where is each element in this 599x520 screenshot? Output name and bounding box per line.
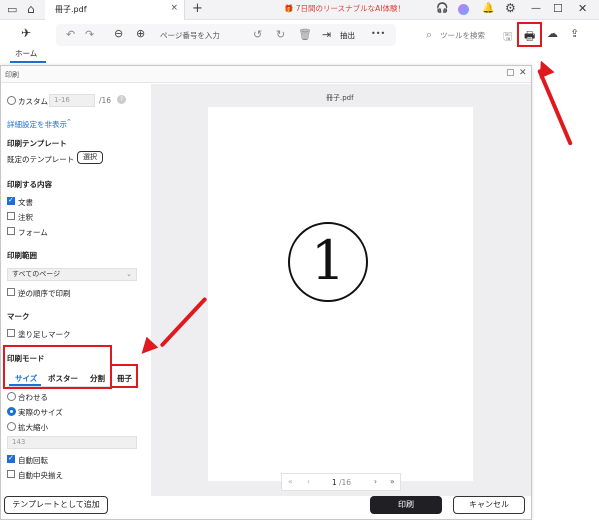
- auto-rotate-checkbox[interactable]: [7, 454, 15, 463]
- template-select-button[interactable]: 選択: [77, 151, 103, 164]
- gift-icon: 🎁: [284, 4, 294, 13]
- booklet-tab-highlight: [110, 364, 138, 388]
- form-checkbox[interactable]: [7, 227, 15, 235]
- bell-icon[interactable]: 🔔: [482, 3, 494, 14]
- dialog-maximize-icon[interactable]: ▢: [506, 68, 515, 78]
- actual-size-label: 実際のサイズ: [18, 408, 63, 417]
- extract-icon[interactable]: ⇥: [322, 28, 331, 41]
- share-icon[interactable]: ⇪: [570, 27, 579, 40]
- home-tab-underline: [10, 61, 46, 63]
- redo-icon[interactable]: ↷: [85, 28, 94, 41]
- form-label: フォーム: [18, 228, 48, 237]
- page-number-input[interactable]: ページ番号を入力: [160, 30, 220, 41]
- bleed-mark-label: 塗り足しマーク: [18, 330, 71, 339]
- print-preview: 冊子.pdf 1 « ‹ 1 /16 › »: [151, 84, 531, 496]
- rotate-left-icon[interactable]: ↺: [253, 28, 262, 41]
- scale-label: 拡大縮小: [18, 423, 48, 432]
- arrow-to-print-icon: [537, 68, 573, 146]
- annotation-label: 注釈: [18, 213, 33, 222]
- mark-heading: マーク: [7, 312, 30, 321]
- close-tab-icon[interactable]: ×: [170, 3, 178, 13]
- next-page-button[interactable]: ›: [374, 477, 377, 486]
- auto-center-checkbox[interactable]: [7, 470, 15, 478]
- add-template-button[interactable]: テンプレートとして追加: [4, 496, 108, 514]
- tool-search-input[interactable]: ツールを検索: [440, 30, 485, 41]
- custom-range-input[interactable]: 1-16: [49, 94, 95, 107]
- content-heading: 印刷する内容: [7, 180, 52, 189]
- home-icon[interactable]: ⌂: [27, 2, 35, 16]
- window-titlebar: ▭ ⌂ 冊子.pdf × + 🎁 7日間のリースナブルなAI体験！ 🎧 🔔 ⚙ …: [0, 0, 599, 20]
- template-heading: 印刷テンプレート: [7, 139, 67, 148]
- last-page-button[interactable]: »: [390, 477, 395, 486]
- page-navigator: « ‹ 1 /16 › »: [281, 473, 401, 491]
- range-heading: 印刷範囲: [7, 251, 37, 260]
- fit-radio[interactable]: [7, 392, 16, 401]
- bleed-mark-checkbox[interactable]: [7, 329, 15, 337]
- headset-icon[interactable]: 🎧: [436, 3, 448, 14]
- home-tab-icon[interactable]: ✈: [21, 26, 31, 40]
- range-select-value: すべてのページ: [12, 270, 61, 278]
- total-pages: /16: [339, 478, 352, 487]
- reverse-order-label: 逆の順序で印刷: [18, 289, 71, 298]
- extract-label[interactable]: 抽出: [340, 30, 355, 41]
- annotation-checkbox[interactable]: [7, 212, 15, 220]
- sidebar-toggle-icon[interactable]: ▭: [7, 3, 17, 16]
- tab-title: 冊子.pdf: [55, 5, 87, 14]
- print-button[interactable]: 印刷: [370, 496, 442, 514]
- chevron-up-icon[interactable]: ⌃: [66, 118, 72, 126]
- auto-rotate-label: 自動回転: [18, 456, 48, 465]
- zoom-in-icon[interactable]: ⊕: [136, 27, 145, 40]
- template-label: 既定のテンプレート: [7, 155, 75, 164]
- help-icon[interactable]: ?: [117, 95, 126, 104]
- current-page[interactable]: 1: [332, 478, 337, 487]
- fit-label: 合わせる: [18, 393, 48, 402]
- new-tab-icon[interactable]: +: [192, 1, 203, 16]
- prev-page-button[interactable]: ‹: [307, 477, 310, 486]
- gear-icon[interactable]: ⚙: [505, 1, 516, 15]
- promo-banner[interactable]: 🎁 7日間のリースナブルなAI体験！: [284, 2, 424, 16]
- home-tab-label[interactable]: ホーム: [15, 48, 37, 59]
- search-icon: ⌕: [426, 28, 433, 41]
- trash-icon[interactable]: 🗑: [298, 28, 312, 41]
- cancel-button[interactable]: キャンセル: [453, 496, 525, 514]
- zoom-out-icon[interactable]: ⊖: [114, 27, 123, 40]
- preview-filename: 冊子.pdf: [326, 94, 354, 102]
- avatar[interactable]: [458, 4, 469, 15]
- undo-icon[interactable]: ↶: [66, 28, 75, 41]
- auto-center-label: 自動中央揃え: [18, 471, 63, 480]
- cloud-upload-icon[interactable]: ☁: [547, 27, 558, 40]
- first-page-button[interactable]: «: [288, 477, 293, 486]
- minimize-button[interactable]: —: [531, 3, 541, 14]
- rotate-right-icon[interactable]: ↻: [276, 28, 285, 41]
- custom-range-total: /16: [99, 96, 112, 105]
- close-window-button[interactable]: ✕: [578, 2, 587, 15]
- print-dialog: 印刷 ▢ ✕ カスタム 1-16 /16 ? 詳細設定を非表示 ⌃ 印刷テンプレ…: [0, 65, 532, 520]
- scale-input[interactable]: 143: [7, 436, 137, 449]
- scale-radio[interactable]: [7, 422, 16, 431]
- dialog-title: 印刷: [5, 71, 19, 79]
- chevron-down-icon: ⌄: [126, 270, 132, 278]
- document-label: 文書: [18, 198, 33, 207]
- reverse-order-checkbox[interactable]: [7, 288, 15, 296]
- preview-page: 1: [208, 107, 473, 481]
- document-checkbox[interactable]: [7, 196, 15, 205]
- custom-range-label: カスタム: [18, 97, 48, 106]
- more-icon[interactable]: •••: [371, 29, 385, 38]
- actual-size-radio[interactable]: [7, 407, 16, 416]
- document-tab[interactable]: 冊子.pdf ×: [45, 0, 185, 20]
- dialog-close-icon[interactable]: ✕: [519, 68, 527, 78]
- print-mode-highlight: [3, 345, 112, 389]
- promo-text: 7日間のリースナブルなAI体験！: [295, 4, 405, 13]
- dialog-titlebar: 印刷 ▢ ✕: [1, 66, 531, 83]
- custom-range-radio[interactable]: [7, 96, 16, 105]
- print-icon-highlight: [517, 22, 542, 47]
- page-number-one: 1: [288, 222, 368, 302]
- main-toolbar: ✈ ホーム ↶ ↷ ⊖ ⊕ ページ番号を入力 ↺ ↻ 🗑 ⇥ 抽出 ••• ⌕ …: [0, 20, 599, 64]
- maximize-button[interactable]: ☐: [553, 2, 563, 15]
- details-toggle[interactable]: 詳細設定を非表示: [7, 119, 67, 130]
- range-select[interactable]: すべてのページ ⌄: [7, 268, 137, 281]
- save-icon[interactable]: 🖫: [503, 28, 512, 47]
